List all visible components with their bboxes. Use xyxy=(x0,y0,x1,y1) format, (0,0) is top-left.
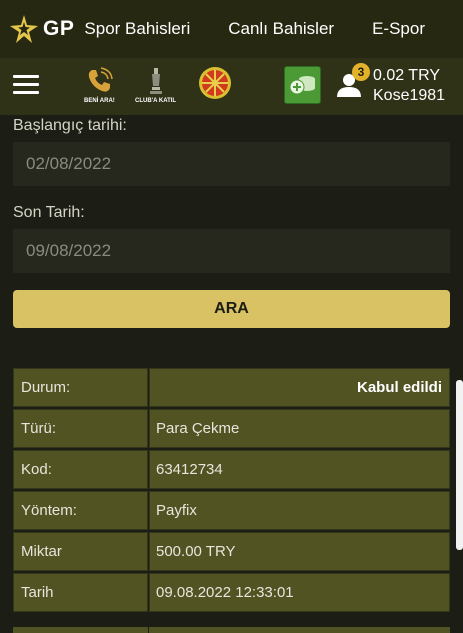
code-key: Kod: xyxy=(13,450,148,489)
status-key: Durum: xyxy=(13,368,148,407)
method-value: Payfix xyxy=(149,491,450,530)
end-date-label: Son Tarih: xyxy=(13,204,85,221)
end-date-input[interactable] xyxy=(13,229,450,273)
method-key: Yöntem: xyxy=(13,491,148,530)
logo-text: GP xyxy=(43,17,75,40)
call-me-button[interactable]: BENİ ARA! xyxy=(84,66,115,104)
amount-key: Miktar xyxy=(13,532,148,571)
wheel-icon xyxy=(199,67,231,99)
phone-icon xyxy=(89,67,114,92)
nav-link-live[interactable]: Canlı Bahisler xyxy=(228,19,334,39)
account-info[interactable]: 0.02 TRY Kose1981 xyxy=(373,66,445,106)
call-me-label: BENİ ARA! xyxy=(84,98,115,104)
logo[interactable]: GP xyxy=(9,14,84,44)
top-navigation: GP Spor Bahisleri Canlı Bahisler E-Spor xyxy=(0,0,463,58)
balance-text: 0.02 TRY xyxy=(373,67,441,84)
date-value: 09.08.2022 12:33:01 xyxy=(149,573,450,612)
search-button[interactable]: ARA xyxy=(13,290,450,328)
scrollbar[interactable] xyxy=(456,380,463,550)
start-date-input[interactable] xyxy=(13,142,450,186)
money-icon xyxy=(289,76,315,95)
code-value: 63412734 xyxy=(149,450,450,489)
start-date-label: Başlangıç tarihi: xyxy=(13,117,127,134)
status-value: Kabul edildi xyxy=(149,368,450,407)
menu-icon[interactable] xyxy=(13,75,39,95)
table-row xyxy=(13,627,450,633)
star-logo-icon xyxy=(10,15,38,43)
transaction-details-table: Durum: Kabul edildi Türü: Para Çekme Kod… xyxy=(13,367,450,613)
type-key: Türü: xyxy=(13,409,148,448)
table-row: Miktar 500.00 TRY xyxy=(13,531,450,572)
table-row: Kod: 63412734 xyxy=(13,449,450,490)
table-row: Türü: Para Çekme xyxy=(13,408,450,449)
type-value: Para Çekme xyxy=(149,409,450,448)
cashier-button[interactable] xyxy=(284,66,321,104)
table-row: Durum: Kabul edildi xyxy=(13,367,450,408)
date-key: Tarih xyxy=(13,573,148,612)
amount-value: 500.00 TRY xyxy=(149,532,450,571)
nav-link-sports[interactable]: Spor Bahisleri xyxy=(84,19,190,39)
trophy-icon xyxy=(149,68,162,94)
nav-link-esports[interactable]: E-Spor xyxy=(372,19,425,39)
wheel-button[interactable] xyxy=(198,66,232,100)
table-row: Tarih 09.08.2022 12:33:01 xyxy=(13,572,450,613)
notification-badge[interactable]: 3 xyxy=(352,63,370,81)
table-row: Yöntem: Payfix xyxy=(13,490,450,531)
join-club-button[interactable]: CLUB'A KATIL xyxy=(135,66,176,104)
username-text: Kose1981 xyxy=(373,87,446,104)
join-club-label: CLUB'A KATIL xyxy=(135,98,177,104)
